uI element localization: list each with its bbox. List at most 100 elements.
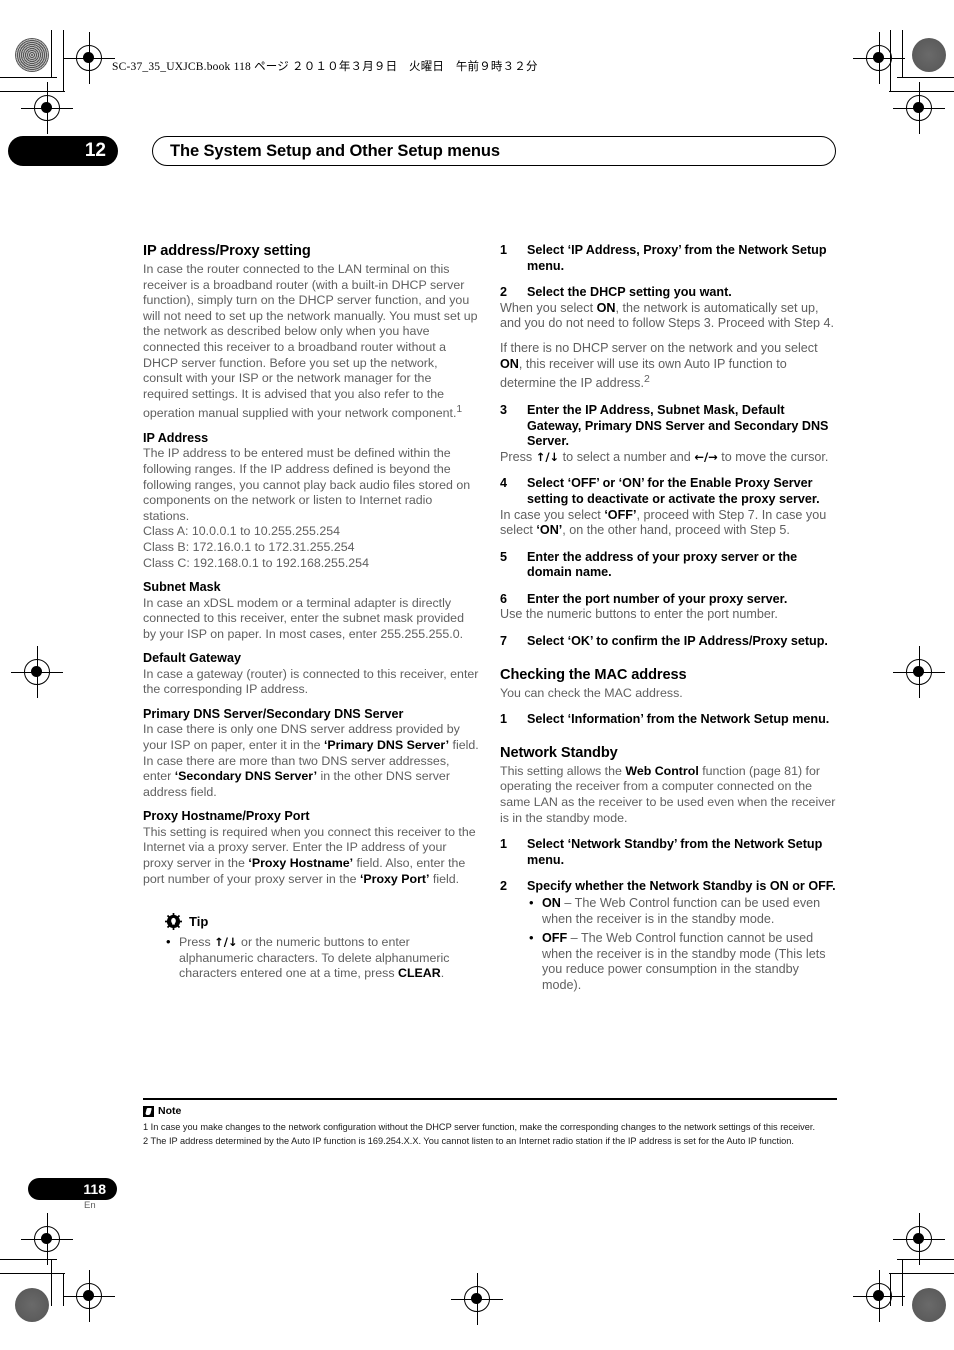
proxy-body: This setting is required when you connec… [143, 825, 480, 887]
step2-bold-on: ON [596, 300, 616, 315]
up-down-arrow-icon: ↑/↓ [535, 449, 560, 464]
step-title: Select ‘OFF’ or ‘ON’ for the Enable Prox… [527, 476, 820, 506]
chapter-number-badge: 12 [8, 136, 118, 166]
tip-item: Press ↑/↓ or the numeric buttons to ente… [165, 934, 480, 982]
footnote-list: 1 In case you make changes to the networ… [143, 1122, 815, 1149]
crop-line [63, 30, 65, 91]
standby-options-list: ON – The Web Control function can be use… [527, 895, 837, 994]
tip-label: Tip [189, 913, 209, 929]
step-body: When you select ON, the network is autom… [500, 301, 837, 392]
mac-address-body: You can check the MAC address. [500, 685, 683, 700]
step-title: Enter the port number of your proxy serv… [527, 591, 788, 606]
density-patch [912, 1288, 946, 1322]
dns-server-body: In case there is only one DNS server add… [143, 722, 480, 800]
crop-line [0, 91, 65, 93]
step-number: 2 [500, 285, 508, 300]
left-right-arrow-icon: ←/→ [694, 449, 718, 464]
step-title: Select ‘Network Standby’ from the Networ… [527, 837, 823, 867]
crop-line [889, 1273, 954, 1275]
density-patch [15, 38, 49, 72]
subnet-mask-body: In case an xDSL modem or a terminal adap… [143, 595, 464, 641]
step3-text-1: Press [500, 449, 536, 464]
tip-box: Tip Press ↑/↓ or the numeric buttons to … [143, 913, 480, 982]
tip-text-1: Press [179, 935, 215, 950]
proxy-bold-1: ‘Proxy Hostname’ [248, 855, 354, 870]
step2-text-3: If there is no DHCP server on the networ… [500, 340, 818, 355]
dns-bold-2: ‘Secondary DNS Server’ [174, 769, 318, 784]
tip-list: Press ↑/↓ or the numeric buttons to ente… [165, 934, 480, 982]
crop-line [897, 1259, 954, 1261]
crop-line [51, 1259, 53, 1306]
proxy-bold-2: ‘Proxy Port’ [359, 871, 430, 886]
footnote-divider [143, 1098, 837, 1100]
step4-text-3: , on the other hand, proceed with Step 5… [562, 523, 790, 538]
option-desc-off: – The Web Control function cannot be use… [542, 931, 826, 992]
subheading-proxy: Proxy Hostname/Proxy Port [143, 809, 310, 824]
registration-mark [893, 82, 945, 134]
step4-bold-off: ‘OFF’ [604, 507, 637, 522]
footnote-ref-2: 2 [643, 373, 650, 386]
tip-bold-clear: CLEAR [398, 966, 441, 981]
standby-text-1: This setting allows the [500, 763, 626, 778]
footnote-item: 1 In case you make changes to the networ… [143, 1122, 816, 1133]
intro-text: In case the router connected to the LAN … [143, 262, 478, 421]
step4-bold-on: ‘ON’ [536, 523, 563, 538]
ip-class-b: Class B: 172.16.0.1 to 172.31.255.254 [143, 540, 355, 555]
section-heading-network-standby: Network Standby [500, 744, 618, 761]
note-header: Note [143, 1105, 181, 1117]
crop-line [902, 30, 904, 77]
up-down-arrow-icon: ↑/↓ [214, 935, 238, 950]
crop-line [902, 1259, 904, 1306]
ip-address-body: The IP address to be entered must be def… [143, 446, 471, 523]
step2-bold-on-2: ON [500, 356, 519, 371]
step-title: Enter the IP Address, Subnet Mask, Defau… [527, 402, 829, 449]
crop-line [51, 30, 53, 77]
subheading-default-gateway: Default Gateway [143, 651, 241, 666]
step-item: 3 Enter the IP Address, Subnet Mask, Def… [500, 403, 837, 465]
subheading-dns-server: Primary DNS Server/Secondary DNS Server [143, 707, 404, 721]
step-title: Select ‘OK’ to confirm the IP Address/Pr… [527, 634, 828, 649]
density-patch [912, 38, 946, 72]
step4-text-1: In case you select [500, 507, 605, 522]
step-number: 1 [500, 243, 508, 257]
step-item: 5 Enter the address of your proxy server… [500, 550, 837, 581]
registration-mark [893, 646, 945, 698]
note-label: Note [158, 1105, 182, 1117]
step-item: 7 Select ‘OK’ to confirm the IP Address/… [500, 634, 837, 650]
step-number: 5 [500, 549, 508, 564]
tip-header: Tip [165, 913, 480, 931]
network-standby-body: This setting allows the Web Control func… [500, 764, 837, 826]
footnote-item: 2 The IP address determined by the Auto … [143, 1135, 794, 1147]
step-title: Select the DHCP setting you want. [527, 285, 732, 300]
standby-option-off: OFF – The Web Control function cannot be… [527, 930, 837, 993]
footnote-ref-1: 1 [456, 404, 463, 416]
option-desc-on: – The Web Control function can be used e… [542, 896, 821, 926]
option-label-on: ON [542, 896, 561, 910]
step-item: 1 Select ‘IP Address, Proxy’ from the Ne… [500, 243, 837, 274]
crop-line [0, 1273, 65, 1275]
step-body: Use the numeric buttons to enter the por… [500, 607, 778, 622]
book-info-header: SC-37_35_UXJCB.book 118 ページ ２０１０年３月９日 火曜… [112, 61, 538, 73]
registration-mark [853, 32, 905, 84]
step-number: 4 [500, 476, 508, 491]
subheading-subnet-mask: Subnet Mask [143, 580, 221, 595]
step3-text-2: to select a number and [559, 449, 695, 464]
registration-mark [21, 1213, 73, 1265]
step-number: 6 [500, 591, 508, 606]
step-item: 1 Select ‘Network Standby’ from the Netw… [500, 837, 837, 868]
registration-mark [451, 1273, 503, 1325]
ip-class-c: Class C: 192.168.0.1 to 192.168.255.254 [143, 555, 369, 570]
right-column: 1 Select ‘IP Address, Proxy’ from the Ne… [500, 243, 837, 994]
standby-option-on: ON – The Web Control function can be use… [527, 895, 837, 927]
standby-bold-web-control: Web Control [625, 763, 699, 778]
step2-paragraph-2: If there is no DHCP server on the networ… [500, 341, 837, 392]
step-number: 1 [500, 712, 508, 727]
step-item: 6 Enter the port number of your proxy se… [500, 592, 837, 623]
subheading-ip-address: IP Address [143, 431, 209, 446]
page-language-label: En [84, 1200, 96, 1211]
step-number: 3 [500, 402, 508, 417]
registration-mark [11, 646, 63, 698]
crop-line [0, 77, 57, 79]
crop-line [63, 1273, 65, 1306]
registration-mark [893, 1213, 945, 1265]
